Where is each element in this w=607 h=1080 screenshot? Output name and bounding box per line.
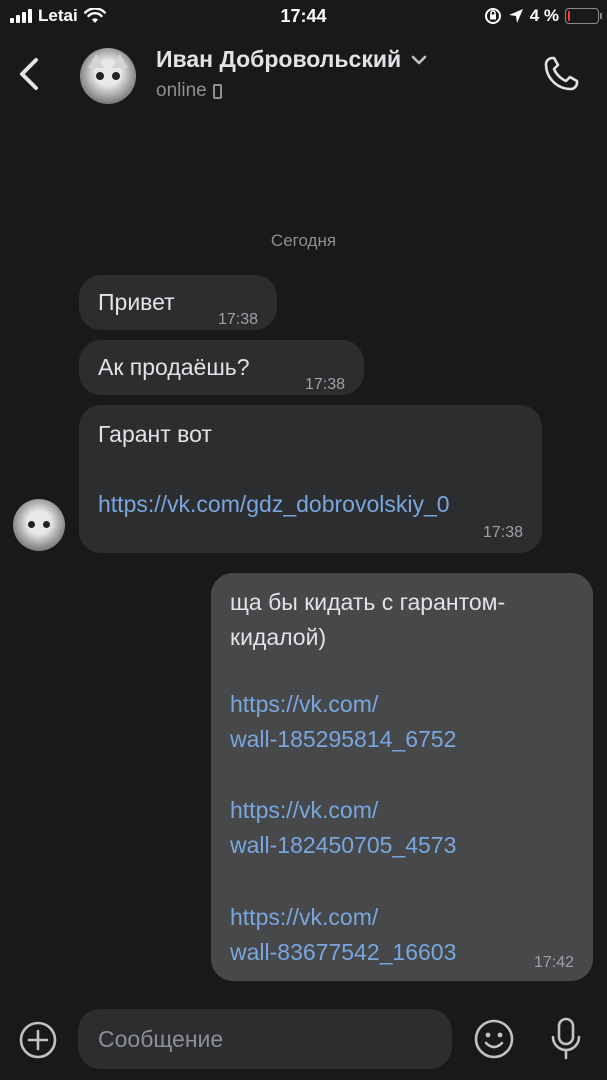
contact-name-button[interactable]: Иван Добровольский [156,46,427,73]
link-line: https://vk.com/ [230,797,379,823]
message-link[interactable]: https://vk.com/gdz_dobrovolskiy_0 [98,487,450,522]
battery-percent: 4 % [529,6,559,25]
message-link[interactable]: https://vk.com/ wall-185295814_6752 [230,687,456,757]
link-line: wall-83677542_16603 [230,939,457,965]
incoming-message[interactable]: Привет 17:38 [79,275,277,330]
rotation-lock-icon [484,8,501,24]
chat-header: Иван Добровольский online [0,34,607,118]
message-link[interactable]: https://vk.com/ wall-182450705_4573 [230,793,456,863]
date-separator: Сегодня [270,231,337,250]
message-text: Привет [98,289,175,315]
link-line: wall-185295814_6752 [230,726,457,752]
link-line: https://vk.com/ [230,904,379,930]
microphone-icon[interactable] [546,1016,586,1062]
message-text-line: кидалой) [230,624,327,650]
battery-level [568,11,570,21]
contact-avatar[interactable] [80,48,136,104]
message-input-placeholder: Сообщение [98,1026,224,1052]
message-text: Гарант вот [98,421,212,447]
mobile-device-icon [212,83,222,99]
incoming-message[interactable]: Ак продаёшь? 17:38 [79,340,364,395]
message-time: 17:38 [304,376,345,393]
message-time: 17:38 [217,311,258,328]
sender-avatar[interactable] [13,499,65,551]
emoji-icon[interactable] [473,1018,515,1060]
avatar-ear-right [112,54,128,68]
message-time: 17:38 [482,524,523,541]
online-status: online [156,80,207,101]
status-bar: Letai 17:44 4 % [0,0,607,34]
chevron-left-icon[interactable] [12,52,48,96]
contact-status: online [156,80,222,102]
avatar-eye-left [28,521,35,528]
outgoing-message[interactable]: ща бы кидать с гарантом- кидалой) https:… [211,573,593,981]
location-icon [508,9,523,23]
avatar-eye-left [96,72,104,80]
message-text: Ак продаёшь? [98,354,250,380]
message-text-line: ща бы кидать с гарантом- [230,589,506,615]
message-text: ща бы кидать с гарантом- кидалой) [230,585,505,655]
avatar-eye-right [43,521,50,528]
message-link[interactable]: https://vk.com/ wall-83677542_16603 [230,900,456,970]
status-indicators: 4 % [484,6,602,26]
phone-icon[interactable] [541,54,581,94]
link-line: https://vk.com/ [230,691,379,717]
plus-circle-icon[interactable] [18,1020,58,1060]
link-line: wall-182450705_4573 [230,832,457,858]
incoming-message[interactable]: Гарант вот https://vk.com/gdz_dobrovolsk… [79,405,542,553]
message-input[interactable]: Сообщение [78,1009,452,1069]
chevron-down-icon [411,55,427,64]
avatar-eye-right [112,72,120,80]
contact-name: Иван Добровольский [156,46,402,72]
battery-icon [565,8,602,24]
message-composer: Сообщение [0,1000,607,1080]
message-time: 17:42 [533,954,574,971]
avatar-ear-left [88,54,104,68]
